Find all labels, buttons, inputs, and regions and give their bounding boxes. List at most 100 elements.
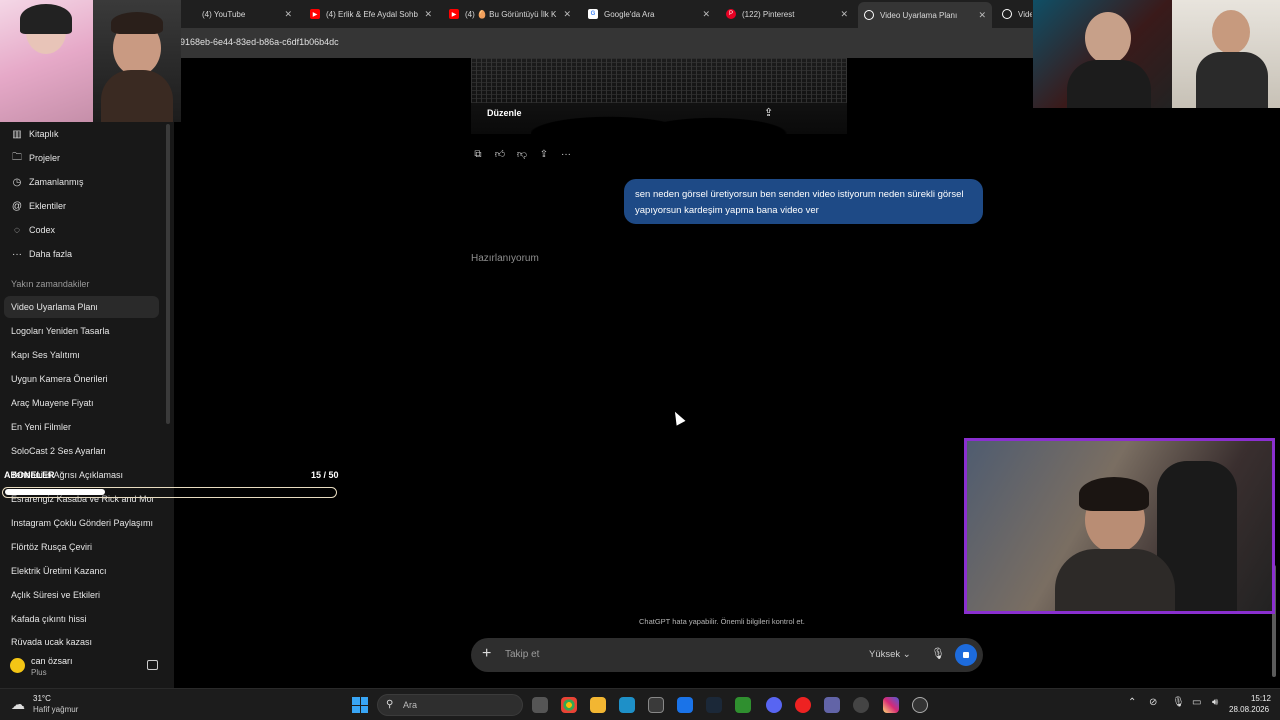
- webcam-hair: [20, 4, 72, 34]
- tab-label: (122) Pinterest: [742, 9, 795, 19]
- webcam-person: [1212, 10, 1250, 54]
- copy-icon[interactable]: ⧉: [471, 147, 485, 161]
- google-icon: G: [588, 9, 598, 19]
- discord-icon[interactable]: [766, 697, 782, 713]
- chat-item[interactable]: Kapı Ses Yalıtımı: [11, 350, 153, 360]
- webcam-body: [1067, 60, 1151, 108]
- folder-icon: 🗀: [12, 151, 22, 163]
- webcam-person: [1085, 12, 1131, 64]
- microphone-icon[interactable]: 🎙︎: [1172, 697, 1185, 708]
- thumbs-down-icon[interactable]: 👎︎: [515, 147, 529, 161]
- file-explorer-icon[interactable]: [590, 697, 606, 713]
- volume-icon[interactable]: 🔊︎: [1212, 697, 1218, 708]
- nav-more[interactable]: ··· Daha fazla: [11, 248, 72, 260]
- close-icon[interactable]: ✕: [563, 9, 571, 20]
- tab-label: Vide: [1018, 9, 1032, 19]
- weather-icon[interactable]: ☁: [11, 696, 25, 713]
- close-icon[interactable]: ✕: [978, 10, 986, 21]
- chrome-icon[interactable]: [561, 697, 577, 713]
- user-plan: Plus: [31, 668, 47, 677]
- weather-temperature[interactable]: 31°C: [33, 694, 51, 703]
- taskbar-search[interactable]: ⚲ Ara: [377, 694, 523, 716]
- chat-item[interactable]: Araç Muayene Fiyatı: [11, 398, 153, 408]
- user-profile[interactable]: can özsarı Plus: [0, 646, 174, 688]
- chat-item[interactable]: Kafada çıkıntı hissi: [11, 614, 153, 624]
- close-icon[interactable]: ✕: [424, 9, 432, 20]
- chat-item[interactable]: SoloCast 2 Ses Ayarları: [11, 446, 153, 456]
- subscriber-goal-count: 15 / 50: [311, 470, 339, 480]
- store-icon[interactable]: [648, 697, 664, 713]
- more-icon[interactable]: ···: [559, 147, 573, 161]
- nav-library[interactable]: ▥ Kitaplık: [11, 128, 58, 140]
- webcam-overlay: [93, 0, 181, 122]
- chevron-up-icon[interactable]: ⌃: [1128, 697, 1136, 708]
- app-icon[interactable]: [853, 697, 869, 713]
- taskbar-clock[interactable]: 15:12: [1237, 694, 1271, 703]
- browser-tab[interactable]: P (122) Pinterest ✕: [720, 4, 854, 24]
- tab-label: (4) Erlik & Efe Aydal Sohb: [326, 9, 418, 19]
- close-icon[interactable]: ✕: [284, 9, 292, 20]
- chat-item-active[interactable]: Video Uyarlama Planı: [4, 296, 159, 318]
- close-icon[interactable]: ✕: [840, 9, 848, 20]
- mail-icon[interactable]: [677, 697, 693, 713]
- nav-projects[interactable]: 🗀 Projeler: [11, 152, 60, 164]
- task-view-icon[interactable]: [532, 697, 548, 713]
- minecraft-icon[interactable]: [735, 697, 751, 713]
- chat-item[interactable]: Instagram Çoklu Gönderi Paylaşımı: [11, 518, 153, 528]
- stop-button[interactable]: [955, 644, 977, 666]
- share-icon[interactable]: ⇪: [764, 106, 773, 119]
- library-icon: ▥: [12, 128, 22, 140]
- avatar: [10, 658, 25, 673]
- weather-condition[interactable]: Hafif yağmur: [33, 705, 78, 714]
- teams-icon[interactable]: [824, 697, 840, 713]
- chat-item[interactable]: En Yeni Filmler: [11, 422, 153, 432]
- taskbar-date[interactable]: 28.08.2026: [1229, 705, 1269, 714]
- generated-image[interactable]: [471, 58, 847, 134]
- plus-icon[interactable]: +: [482, 645, 491, 663]
- tab-label: (4) 🥚 Bu Görüntüyü İlk K: [465, 9, 557, 19]
- windows-start-icon[interactable]: [352, 697, 368, 713]
- at-icon: @: [11, 200, 23, 212]
- webcam-hair: [1079, 477, 1149, 511]
- sidebar: ▥ Kitaplık 🗀 Projeler ◷ Zamanlanmış @ Ek…: [0, 58, 174, 688]
- share-icon[interactable]: ⇪: [537, 147, 551, 161]
- chat-item[interactable]: Logoları Yeniden Tasarla: [11, 326, 153, 336]
- media-player-icon[interactable]: [912, 697, 928, 713]
- chat-item[interactable]: Flörtöz Rusça Çeviri: [11, 542, 153, 552]
- chat-item[interactable]: Uygun Kamera Önerileri: [11, 374, 153, 384]
- display-icon[interactable]: ▭: [1192, 697, 1201, 708]
- sidebar-scrollbar[interactable]: [166, 124, 170, 424]
- microphone-icon[interactable]: 🎙︎: [931, 647, 945, 660]
- steam-icon[interactable]: [706, 697, 722, 713]
- instagram-icon[interactable]: [883, 697, 899, 713]
- close-icon[interactable]: ✕: [702, 9, 710, 20]
- webcam-overlay: [0, 0, 93, 122]
- app-icon[interactable]: [619, 697, 635, 713]
- chat-item[interactable]: Elektrik Üretimi Kazancı: [11, 566, 153, 576]
- composer-input[interactable]: Takip et: [505, 649, 539, 660]
- webcam-hair: [111, 12, 163, 34]
- model-selector[interactable]: Yüksek ⌄: [869, 649, 911, 660]
- browser-tab[interactable]: G Google'da Ara ✕: [582, 4, 716, 24]
- nav-codex[interactable]: ◌ Codex: [11, 224, 55, 236]
- thumbs-up-icon[interactable]: 👍︎: [493, 147, 507, 161]
- chat-item[interactable]: Rüyada uçak kazası: [11, 637, 153, 645]
- browser-tab[interactable]: (4) YouTube ✕: [180, 4, 298, 24]
- edit-image-button[interactable]: Düzenle: [487, 108, 522, 118]
- browser-tab[interactable]: Vide: [996, 4, 1032, 24]
- youtube-music-icon[interactable]: [795, 697, 811, 713]
- mouse-cursor-icon: [670, 409, 686, 426]
- url-text[interactable]: 9168eb-6e44-83ed-b86a-c6df1b06b4dc: [180, 37, 339, 47]
- browser-tab[interactable]: ▶ (4) Erlik & Efe Aydal Sohb ✕: [304, 4, 438, 24]
- message-composer[interactable]: + Takip et Yüksek ⌄ 🎙︎: [471, 638, 983, 672]
- nav-scheduled[interactable]: ◷ Zamanlanmış: [11, 176, 84, 188]
- webcam-body: [101, 70, 173, 122]
- invite-icon[interactable]: [147, 660, 158, 670]
- wifi-off-icon[interactable]: ⊘: [1149, 697, 1157, 708]
- message-actions: ⧉ 👍︎ 👎︎ ⇪ ···: [471, 147, 573, 161]
- browser-tab[interactable]: ▶ (4) 🥚 Bu Görüntüyü İlk K ✕: [443, 4, 577, 24]
- chat-item[interactable]: Açlık Süresi ve Etkileri: [11, 590, 153, 600]
- nav-plugins[interactable]: @ Eklentiler: [11, 200, 66, 212]
- assistant-status: Hazırlanıyorum: [471, 253, 539, 264]
- browser-tab-active[interactable]: Video Uyarlama Planı ✕: [858, 2, 992, 28]
